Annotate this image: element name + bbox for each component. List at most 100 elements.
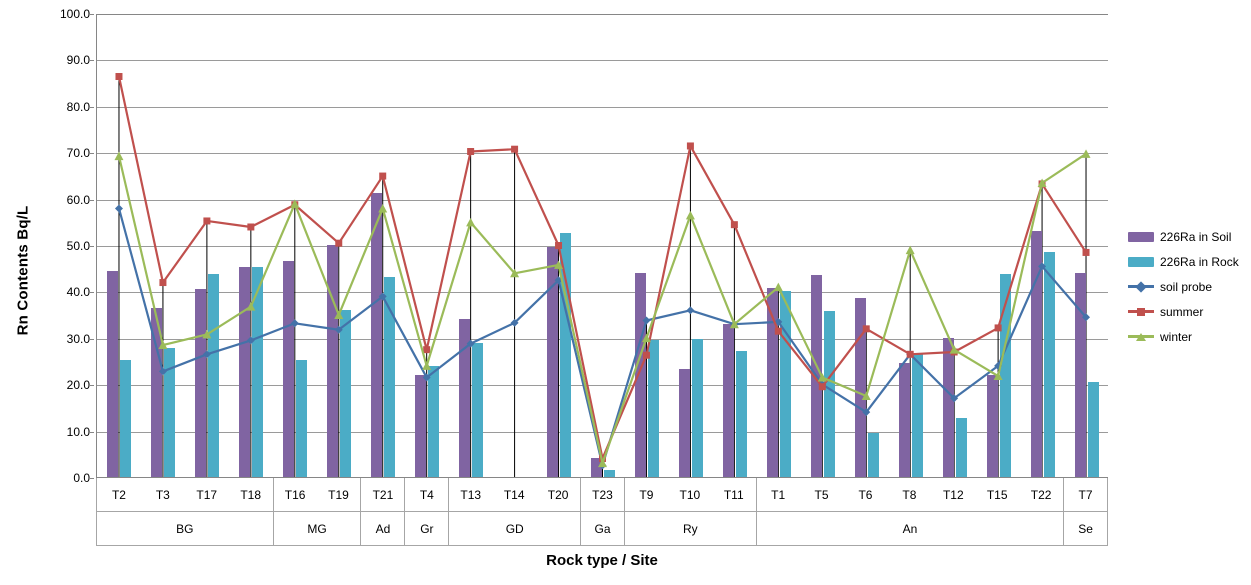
x-axis-site-label: T8 xyxy=(902,487,917,502)
x-axis-site-label: T5 xyxy=(814,487,829,502)
data-point-marker xyxy=(290,199,300,208)
x-axis-site-label: T20 xyxy=(547,487,569,502)
legend-item-226ra-in-rock[interactable]: 226Ra in Rock xyxy=(1128,254,1246,269)
y-tick-label: 80.0 xyxy=(66,99,90,114)
x-axis-site-label: T23 xyxy=(580,478,624,511)
y-axis-title-text: Rn Contents Bq/L xyxy=(14,205,32,335)
x-axis-site-label: T19 xyxy=(328,487,349,502)
legend-line-diamond-icon xyxy=(1128,280,1154,293)
plot-top-border xyxy=(97,14,1108,15)
x-axis-label-table: T2 T3 T17 T18 T16 T19 T21 T4 T13 T14 T20 T23 T9 T10 T1… xyxy=(96,478,1108,546)
data-point-marker xyxy=(114,204,123,213)
y-tick-label: 20.0 xyxy=(66,378,90,393)
data-point-marker xyxy=(685,210,695,220)
bar-226ra-in-soil-t3 xyxy=(151,307,162,477)
chart-legend: 226Ra in Soil 226Ra in Rock soil probe summ… xyxy=(1128,229,1246,344)
bar-226ra-in-soil-t2 xyxy=(107,271,118,477)
x-axis-site-label: T21 xyxy=(360,478,404,511)
bar-226ra-in-soil-t6 xyxy=(855,298,866,477)
bar-226ra-in-soil-t15 xyxy=(987,374,998,477)
bar-226ra-in-soil-t1 xyxy=(767,287,778,477)
data-point-marker xyxy=(510,268,520,278)
x-axis-group-label: BG xyxy=(176,521,194,536)
bar-226ra-in-soil-t18 xyxy=(239,267,250,477)
legend-item-label: summer xyxy=(1160,304,1204,319)
y-tick-label: 70.0 xyxy=(66,146,90,161)
gridline xyxy=(97,60,1108,62)
bar-226ra-in-soil-t21 xyxy=(371,193,382,477)
x-axis-site-label: T2 xyxy=(111,487,126,502)
x-axis-group-label: Se xyxy=(1063,512,1107,545)
bar-226ra-in-rock-t22 xyxy=(1044,251,1055,477)
x-axis-site-label: T14 xyxy=(503,487,525,502)
x-axis-group-label: Gr xyxy=(404,512,448,545)
data-point-marker xyxy=(466,217,476,227)
legend-item-label: winter xyxy=(1160,329,1193,344)
x-axis-site-row: T2 T3 T17 T18 T16 T19 T21 T4 T13 T14 T20 T23 T9 T10 T1… xyxy=(97,478,1107,512)
y-tick-mark xyxy=(89,106,94,108)
bar-226ra-in-rock-t23 xyxy=(604,470,615,477)
bar-226ra-in-soil-t9 xyxy=(635,272,646,477)
bar-226ra-in-rock-t6 xyxy=(868,432,879,477)
bar-226ra-in-rock-t4 xyxy=(428,365,439,477)
bar-226ra-in-rock-t9 xyxy=(648,340,659,477)
x-axis-group-row: BG MG Ad Gr GD Ga Ry An Se xyxy=(97,512,1107,545)
y-tick-mark xyxy=(89,246,94,247)
y-tick-label: 30.0 xyxy=(66,331,90,346)
bar-226ra-in-soil-t23 xyxy=(591,458,602,477)
legend-item-226ra-in-soil[interactable]: 226Ra in Soil xyxy=(1128,229,1246,244)
y-axis-title: Rn Contents Bq/L xyxy=(0,150,46,390)
x-axis-site-label: T1 xyxy=(755,478,800,511)
bar-226ra-in-rock-t13 xyxy=(472,343,483,477)
bar-226ra-in-rock-t5 xyxy=(824,310,835,477)
series-line xyxy=(117,76,1087,460)
bar-226ra-in-rock-t10 xyxy=(692,338,703,477)
data-point-marker xyxy=(730,221,738,229)
y-tick-label: 50.0 xyxy=(66,239,90,253)
data-point-marker xyxy=(686,142,694,150)
y-tick-label: 60.0 xyxy=(66,192,90,207)
gridline xyxy=(97,106,1108,108)
bar-226ra-in-soil-t20 xyxy=(547,247,558,477)
legend-swatch-icon xyxy=(1128,256,1154,267)
y-tick-label: 10.0 xyxy=(66,424,90,439)
legend-swatch-icon xyxy=(1128,231,1154,242)
legend-item-winter[interactable]: winter xyxy=(1128,329,1246,344)
data-point-marker xyxy=(423,346,431,354)
x-axis-site-label: T16 xyxy=(272,478,317,511)
legend-marker-triangle-icon xyxy=(1136,333,1146,341)
x-axis-site-label: T22 xyxy=(1030,487,1052,502)
x-axis-site-label: T15 xyxy=(986,487,1008,502)
bar-226ra-in-rock-t15 xyxy=(1000,273,1011,477)
bar-226ra-in-rock-t19 xyxy=(340,309,351,477)
legend-item-label: 226Ra in Soil xyxy=(1160,229,1232,244)
legend-marker-square-icon xyxy=(1137,308,1145,316)
data-point-marker xyxy=(247,223,255,231)
bar-226ra-in-rock-t21 xyxy=(384,277,395,477)
y-tick-mark xyxy=(89,292,94,294)
bar-226ra-in-rock-t12 xyxy=(956,417,967,477)
y-tick-mark xyxy=(89,153,94,155)
bar-226ra-in-soil-t8 xyxy=(899,363,910,477)
bar-226ra-in-soil-t7 xyxy=(1075,272,1086,477)
x-axis-site-label: T4 xyxy=(404,478,448,511)
x-axis-site-label: T18 xyxy=(240,487,262,502)
x-axis-site-label: T6 xyxy=(858,487,873,502)
x-axis-site-label: T7 xyxy=(1063,478,1107,511)
y-tick-mark xyxy=(89,431,94,433)
bar-226ra-in-rock-t18 xyxy=(252,267,263,477)
data-point-marker xyxy=(379,172,387,180)
plot-area xyxy=(96,14,1108,478)
bar-226ra-in-soil-t11 xyxy=(723,323,734,477)
gridline xyxy=(97,153,1108,155)
legend-item-soil-probe[interactable]: soil probe xyxy=(1128,279,1246,294)
data-point-marker xyxy=(159,279,167,287)
bar-226ra-in-soil-t5 xyxy=(811,275,822,477)
legend-item-summer[interactable]: summer xyxy=(1128,304,1246,319)
x-axis-group-label: MG xyxy=(272,512,361,545)
y-tick-label: 90.0 xyxy=(66,53,90,68)
x-axis-group-label: An xyxy=(755,512,1063,545)
x-axis-site-label: T13 xyxy=(448,478,492,511)
bar-226ra-in-rock-t1 xyxy=(780,291,791,477)
y-axis-tick-labels: 0.0 10.0 20.0 30.0 40.0 50.0 60.0 70.0 80.0 90.0 1… xyxy=(44,0,94,485)
